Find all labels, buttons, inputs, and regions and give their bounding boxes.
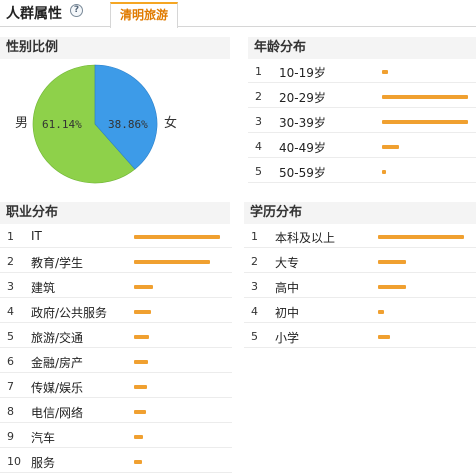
list-item: 3 高中	[244, 276, 476, 298]
rank-number: 2	[7, 255, 14, 268]
rank-number: 4	[255, 140, 262, 153]
list-item: 7 传媒/娱乐	[0, 376, 232, 398]
list-item: 5 旅游/交通	[0, 326, 232, 348]
female-percent: 38.86%	[108, 118, 148, 131]
list-item: 4 政府/公共服务	[0, 301, 232, 323]
rank-number: 6	[7, 355, 14, 368]
row-label: 大专	[275, 256, 300, 270]
female-label: 女	[164, 116, 178, 131]
share-bar	[134, 410, 146, 414]
rank-number: 5	[7, 330, 14, 343]
row-label: 小学	[275, 331, 300, 345]
gender-heading: 性别比例	[0, 37, 230, 59]
page-title: 人群属性	[6, 6, 62, 22]
rank-number: 2	[255, 90, 262, 103]
rank-number: 5	[251, 330, 258, 343]
share-bar	[134, 385, 147, 389]
row-label: 建筑	[31, 281, 56, 295]
row-label: 电信/网络	[31, 406, 84, 420]
share-bar	[134, 235, 220, 239]
row-label: 30-39岁	[279, 116, 326, 130]
list-item: 4 40-49岁	[248, 136, 476, 158]
share-bar	[382, 120, 468, 124]
share-bar	[134, 335, 149, 339]
list-item: 3 建筑	[0, 276, 232, 298]
list-item: 9 汽车	[0, 426, 232, 448]
list-item: 2 20-29岁	[248, 86, 476, 108]
rank-number: 3	[7, 280, 14, 293]
list-item: 4 初中	[244, 301, 476, 323]
rank-number: 4	[251, 305, 258, 318]
rank-number: 5	[255, 165, 262, 178]
rank-number: 1	[255, 65, 262, 78]
male-label: 男	[15, 116, 29, 131]
rank-number: 4	[7, 305, 14, 318]
share-bar	[382, 95, 468, 99]
share-bar	[378, 310, 384, 314]
list-item: 6 金融/房产	[0, 351, 232, 373]
list-item: 1 IT	[0, 226, 232, 248]
row-label: 政府/公共服务	[31, 306, 108, 320]
share-bar	[382, 170, 386, 174]
list-item: 10 服务	[0, 451, 232, 473]
share-bar	[382, 145, 399, 149]
row-label: 汽车	[31, 431, 56, 445]
share-bar	[134, 310, 151, 314]
rank-number: 9	[7, 430, 14, 443]
row-label: 金融/房产	[31, 356, 84, 370]
share-bar	[134, 285, 153, 289]
list-item: 1 10-19岁	[248, 61, 476, 83]
row-label: 高中	[275, 281, 300, 295]
help-icon[interactable]: ?	[70, 4, 83, 17]
row-label: 服务	[31, 456, 56, 470]
row-label: 本科及以上	[275, 231, 336, 245]
rank-number: 1	[7, 230, 14, 243]
share-bar	[378, 285, 406, 289]
list-item: 5 小学	[244, 326, 476, 348]
rank-number: 7	[7, 380, 14, 393]
share-bar	[378, 260, 406, 264]
list-item: 2 大专	[244, 251, 476, 273]
list-item: 3 30-39岁	[248, 111, 476, 133]
row-label: 教育/学生	[31, 256, 84, 270]
list-item: 1 本科及以上	[244, 226, 476, 248]
list-item: 8 电信/网络	[0, 401, 232, 423]
rank-number: 3	[255, 115, 262, 128]
education-heading: 学历分布	[244, 202, 476, 224]
occupation-heading: 职业分布	[0, 202, 230, 224]
rank-number: 2	[251, 255, 258, 268]
rank-number: 3	[251, 280, 258, 293]
row-label: 50-59岁	[279, 166, 326, 180]
row-label: 旅游/交通	[31, 331, 84, 345]
header: 人群属性 ? 清明旅游	[0, 0, 476, 28]
row-label: IT	[31, 229, 42, 243]
list-item: 2 教育/学生	[0, 251, 232, 273]
rank-number: 8	[7, 405, 14, 418]
row-label: 初中	[275, 306, 300, 320]
row-label: 40-49岁	[279, 141, 326, 155]
share-bar	[378, 335, 390, 339]
row-label: 传媒/娱乐	[31, 381, 84, 395]
share-bar	[134, 460, 142, 464]
share-bar	[134, 260, 210, 264]
rank-number: 10	[7, 455, 21, 468]
row-label: 10-19岁	[279, 66, 326, 80]
share-bar	[378, 235, 464, 239]
share-bar	[134, 435, 143, 439]
list-item: 5 50-59岁	[248, 161, 476, 183]
male-percent: 61.14%	[42, 118, 82, 131]
share-bar	[382, 70, 388, 74]
tab-qingming-travel[interactable]: 清明旅游	[110, 2, 179, 28]
rank-number: 1	[251, 230, 258, 243]
age-heading: 年龄分布	[248, 37, 476, 59]
share-bar	[134, 360, 148, 364]
row-label: 20-29岁	[279, 91, 326, 105]
